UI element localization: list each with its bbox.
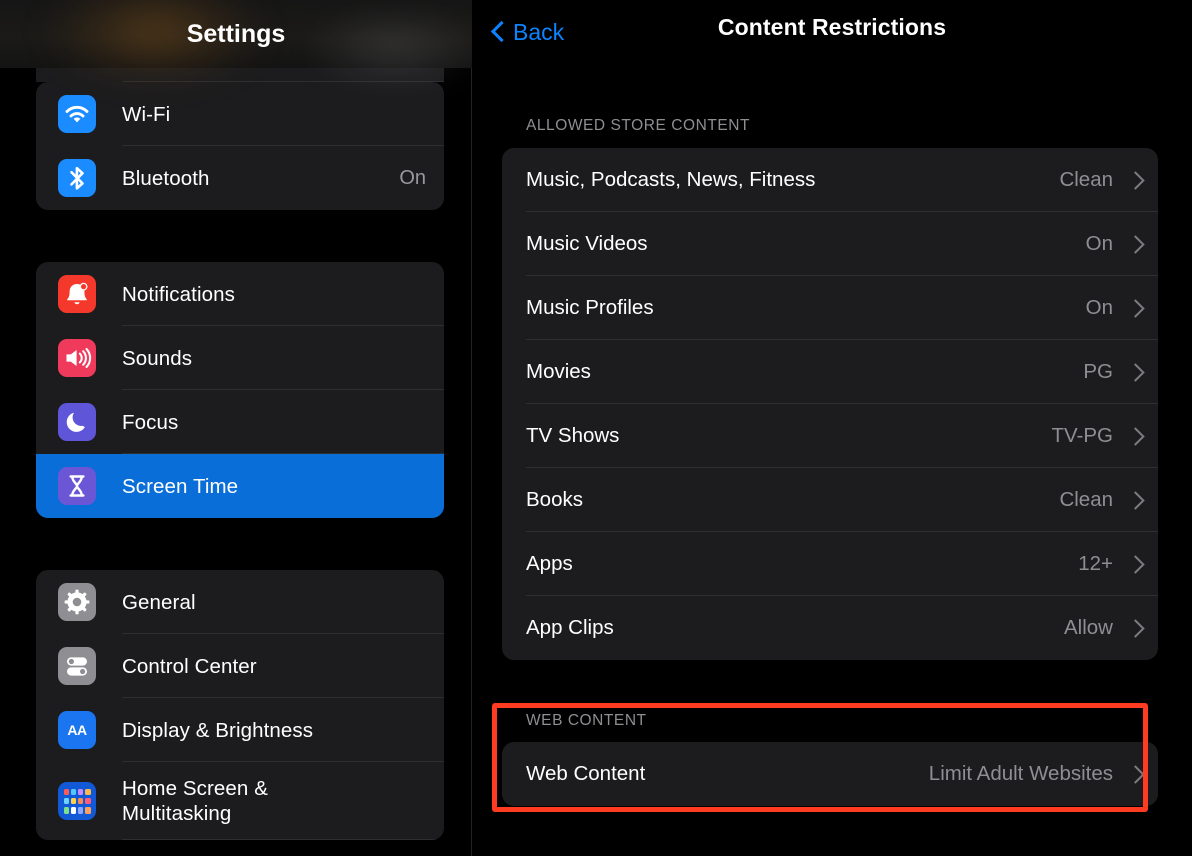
list-row-music-podcasts-news-fitness[interactable]: Music, Podcasts, News, Fitness Clean [502, 148, 1158, 212]
detail-panel: Back Content Restrictions ALLOWED STORE … [472, 0, 1192, 856]
row-value: TV-PG [1051, 424, 1113, 447]
moon-icon-glyph [66, 412, 85, 432]
sidebar-item-label: General [122, 590, 196, 614]
sidebar-item-label: Focus [122, 410, 179, 434]
list-row-web-content[interactable]: Web Content Limit Adult Websites [502, 742, 1158, 806]
row-label: Music Videos [526, 232, 648, 255]
app-grid-icon-glyph [63, 788, 91, 814]
sidebar-header: Settings [0, 0, 472, 68]
list-row-app-clips[interactable]: App Clips Allow [502, 596, 1158, 660]
chevron-right-icon [1129, 363, 1140, 382]
sidebar-item-label: Sounds [122, 346, 193, 370]
page-title: Content Restrictions [717, 14, 947, 40]
hourglass-icon [58, 467, 96, 505]
wifi-icon-glyph [65, 105, 89, 123]
list-row-apps[interactable]: Apps 12+ [502, 532, 1158, 596]
bell-icon [58, 275, 96, 313]
app-grid-icon [58, 782, 96, 820]
sidebar-item-value: On [399, 166, 426, 189]
row-label: Books [526, 488, 583, 511]
section-header-allowed-store-content: ALLOWED STORE CONTENT [526, 117, 750, 134]
chevron-right-icon [1129, 299, 1140, 318]
list-row-books[interactable]: Books Clean [502, 468, 1158, 532]
sidebar-group-system: General Control Center AA Display & Brig… [36, 570, 444, 840]
chevron-right-icon [1129, 765, 1140, 784]
row-value: Clean [1059, 488, 1113, 511]
row-value: Allow [1064, 616, 1113, 639]
sidebar-item-general[interactable]: General [36, 570, 444, 634]
list-row-movies[interactable]: Movies PG [502, 340, 1158, 404]
sidebar-item-wi-fi[interactable]: Wi-Fi [36, 82, 444, 146]
sidebar-scroll-area[interactable]: Wi-Fi Bluetooth On Notifications Sounds … [0, 0, 472, 856]
list-row-music-profiles[interactable]: Music Profiles On [502, 276, 1158, 340]
sidebar-item-home-screen-multitasking[interactable]: Home Screen & Multitasking [36, 762, 444, 840]
sidebar-item-label: Bluetooth [122, 166, 210, 190]
list-row-tv-shows[interactable]: TV Shows TV-PG [502, 404, 1158, 468]
sidebar-item-notifications[interactable]: Notifications [36, 262, 444, 326]
chevron-right-icon [1129, 491, 1140, 510]
row-label: TV Shows [526, 424, 620, 447]
sidebar-item-control-center[interactable]: Control Center [36, 634, 444, 698]
aa-icon-glyph: AA [67, 722, 87, 738]
sidebar-item-label: Display & Brightness [122, 718, 314, 742]
aa-icon: AA [58, 711, 96, 749]
row-value: PG [1083, 360, 1113, 383]
ipad-settings-screen: Wi-Fi Bluetooth On Notifications Sounds … [0, 0, 1192, 856]
bell-icon-glyph [67, 282, 88, 305]
gear-icon [58, 583, 96, 621]
sidebar-item-screen-time[interactable]: Screen Time [36, 454, 444, 518]
row-label: Music, Podcasts, News, Fitness [526, 168, 816, 191]
sliders-icon-glyph [67, 657, 87, 676]
wifi-icon [58, 95, 96, 133]
sidebar-title: Settings [186, 19, 286, 48]
bluetooth-icon [58, 159, 96, 197]
row-label: Music Profiles [526, 296, 654, 319]
row-label: Web Content [526, 762, 646, 785]
sidebar-item-label: Screen Time [122, 474, 239, 498]
bluetooth-icon-glyph [70, 166, 84, 190]
row-value: On [1085, 296, 1113, 319]
panel-header: Back Content Restrictions [472, 0, 1192, 64]
speaker-icon [58, 339, 96, 377]
row-value: On [1085, 232, 1113, 255]
sidebar-item-bluetooth[interactable]: Bluetooth On [36, 146, 444, 210]
chevron-right-icon [1129, 619, 1140, 638]
sidebar-item-label: Control Center [122, 654, 257, 678]
web-content-list: Web Content Limit Adult Websites [502, 742, 1158, 806]
moon-icon [58, 403, 96, 441]
gear-icon-glyph [64, 589, 90, 615]
sidebar-group-connectivity: Wi-Fi Bluetooth On [36, 82, 444, 210]
row-label: Movies [526, 360, 591, 383]
allowed-store-content-list: Music, Podcasts, News, Fitness Clean Mus… [502, 148, 1158, 660]
chevron-right-icon [1129, 555, 1140, 574]
chevron-right-icon [1129, 235, 1140, 254]
sliders-icon [58, 647, 96, 685]
sidebar-item-label: Wi-Fi [122, 102, 171, 126]
chevron-right-icon [1129, 427, 1140, 446]
sidebar-item-display-brightness[interactable]: AA Display & Brightness [36, 698, 444, 762]
sidebar-group-alerts: Notifications Sounds Focus Screen Time [36, 262, 444, 518]
row-value: 12+ [1078, 552, 1113, 575]
section-header-web-content: WEB CONTENT [526, 712, 647, 729]
hourglass-icon-glyph [69, 475, 85, 497]
chevron-right-icon [1129, 171, 1140, 190]
sidebar-item-focus[interactable]: Focus [36, 390, 444, 454]
sidebar-item-sounds[interactable]: Sounds [36, 326, 444, 390]
list-row-music-videos[interactable]: Music Videos On [502, 212, 1158, 276]
sidebar-item-label: Home Screen & Multitasking [122, 777, 269, 825]
sidebar-item-label: Notifications [122, 282, 235, 306]
speaker-icon-glyph [66, 347, 92, 369]
settings-sidebar: Wi-Fi Bluetooth On Notifications Sounds … [0, 0, 472, 856]
row-value: Limit Adult Websites [928, 762, 1113, 785]
row-label: Apps [526, 552, 573, 575]
row-label: App Clips [526, 616, 614, 639]
row-value: Clean [1059, 168, 1113, 191]
